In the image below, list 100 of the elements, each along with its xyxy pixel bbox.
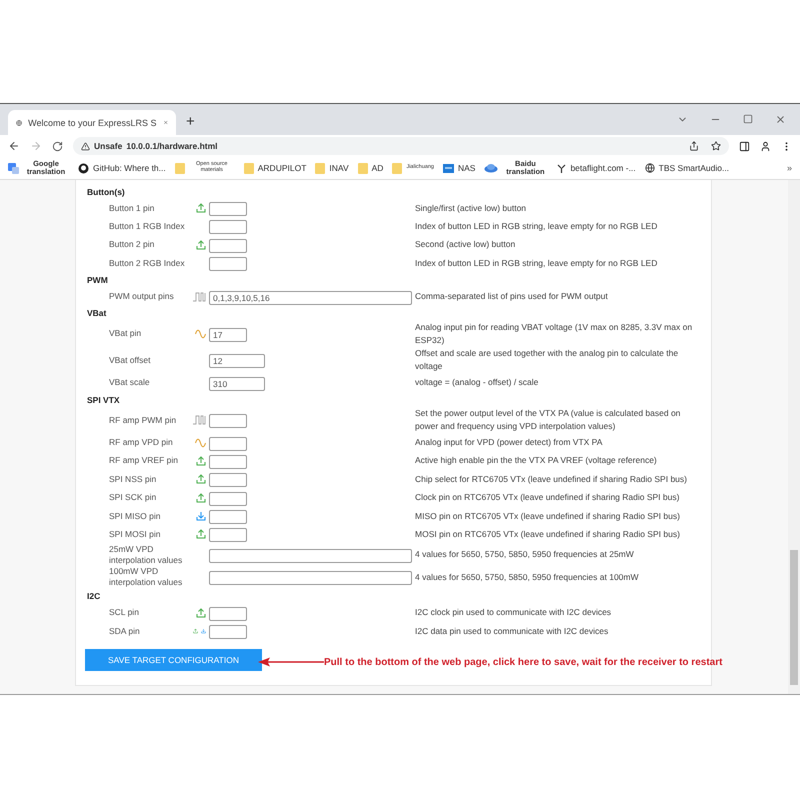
field-label: Button 2 RGB Index [109,258,186,269]
bookmark-link[interactable]: NAS [458,164,476,172]
output-arrow-icon [196,456,206,466]
field-label: SCL pin [109,607,140,618]
field-label: Button 1 RGB Index [109,220,186,232]
translate-icon [8,162,19,174]
pin-field[interactable] [209,202,247,216]
forward-icon[interactable] [30,140,42,152]
pin-field[interactable] [209,238,247,253]
pin-field[interactable] [209,548,412,563]
close-icon[interactable] [775,114,786,125]
output-arrow-icon [196,240,206,250]
folder-icon [315,162,326,174]
bookmark-link[interactable]: ARDUPILOT [258,164,306,172]
close-icon[interactable] [162,118,168,127]
globe-icon [644,163,655,173]
pin-field[interactable] [209,571,412,586]
field-description: MOSI pin on RTC6705 VTx (leave undefined if sharing Radio SPI bus) [415,528,681,541]
reload-icon[interactable] [52,140,63,152]
pin-field[interactable]: 310 [209,376,265,391]
pin-field[interactable] [209,220,247,234]
pin-field[interactable] [209,510,247,524]
share-icon[interactable] [689,141,699,151]
input-arrow-icon [201,626,206,636]
star-icon[interactable] [711,141,721,151]
field-description: Set the power output level of the VTX PA (value is calculated based on power and frequency using VPD interpolation values) [415,407,682,434]
bookmark-link[interactable]: TBS SmartAudio... [658,164,730,172]
pin-field[interactable] [209,625,247,640]
section-heading: PWM [87,274,109,288]
bookmark-link[interactable]: AD [372,164,384,172]
field-label: VBat offset [109,354,152,366]
field-description: Single/first (active low) button [415,202,528,214]
field-label: RF amp VPD pin [109,437,174,448]
pin-field[interactable] [209,257,247,272]
field-description: 4 values for 5650, 5750, 5850, 5950 frequencies at 25mW [415,548,635,562]
back-icon[interactable] [8,140,20,152]
square-wave-icon [193,415,206,426]
more-bookmarks-button[interactable]: » [786,163,792,173]
field-label: Button 2 pin [109,239,156,250]
pin-field[interactable] [209,473,247,488]
output-arrow-icon [196,474,206,484]
field-label: RF amp VREF pin [109,455,179,466]
field-label: RF amp PWM pin [109,414,178,426]
annotation-text: Pull to the bottom of the web page, click here to save, wait for the receiver to restart [324,656,722,668]
sine-wave-icon [195,438,206,448]
square-wave-icon [193,292,206,302]
new-tab-button[interactable]: + [186,113,195,130]
field-description: I2C data pin used to communicate with I2C devices [415,624,610,638]
pin-field[interactable] [209,436,247,451]
field-label: PWM output pins [109,291,175,302]
bookmark-link[interactable]: betaflight.com -... [570,164,636,172]
folder-icon [358,162,368,174]
output-arrow-icon [196,608,206,618]
nas-icon [442,164,454,172]
field-description: I2C clock pin used to communicate with I2C devices [415,606,612,620]
field-description: Index of button LED in RGB string, leave empty for no RGB LED [415,256,658,270]
field-label: Button 1 pin [109,202,156,214]
warning-icon [81,142,90,150]
input-arrow-icon [196,511,206,522]
pin-field[interactable] [209,414,247,428]
field-label: SPI MISO pin [109,510,162,522]
field-label: 100mW VPD interpolation values [109,566,184,588]
field-label: VBat scale [109,377,151,388]
cloud-icon [484,163,498,173]
pin-field[interactable]: 12 [209,354,265,368]
pin-field[interactable]: 0,1,3,9,10,5,16 [209,290,412,305]
pin-field[interactable] [209,528,247,542]
folder-icon [392,162,402,174]
pin-field[interactable] [209,606,247,621]
sine-wave-icon [195,328,206,339]
maximize-icon[interactable] [743,114,753,124]
field-description: Clock pin on RTC6705 VTx (leave undefined if sharing Radio SPI bus) [415,491,680,504]
field-label: SPI SCK pin [109,492,158,504]
address-field[interactable]: Unsafe 10.0.0.1/hardware.html [73,137,729,155]
annotation-arrow [258,656,324,668]
bookmark-link[interactable]: GitHub: Where th... [93,164,166,172]
field-description: Comma-separated list of pins used for PWM output [415,290,609,304]
field-description: Analog input pin for reading VBAT voltage (1V max on 8285, 3.3V max on ESP32) [415,320,694,347]
folder-icon [244,162,254,174]
bookmark-link[interactable]: INAV [329,164,349,172]
output-arrow-icon [196,529,206,540]
pin-field[interactable] [209,454,247,469]
scrollbar-thumb[interactable] [790,550,798,685]
side-panel-icon[interactable] [739,140,750,152]
field-label: 25mW VPD interpolation values [109,544,184,566]
browser-tab[interactable]: Welcome to your ExpressLRS S [8,110,176,135]
field-description: Index of button LED in RGB string, leave empty for no RGB LED [415,220,658,233]
profile-icon[interactable] [760,140,771,152]
folder-icon [174,162,185,174]
section-heading: Button(s) [87,186,126,199]
field-description: Second (active low) button [415,238,516,252]
pin-field[interactable] [209,492,247,506]
field-label: SPI MOSI pin [109,528,162,540]
output-arrow-icon [193,626,198,636]
output-arrow-icon [196,203,206,213]
field-description: Analog input for VPD (power detect) from VTX PA [415,436,604,450]
pin-field[interactable]: 17 [209,328,247,342]
section-heading: I2C [87,590,102,604]
output-arrow-icon [196,492,206,503]
field-description: Active high enable pin the the VTX PA VREF (voltage reference) [415,454,658,468]
